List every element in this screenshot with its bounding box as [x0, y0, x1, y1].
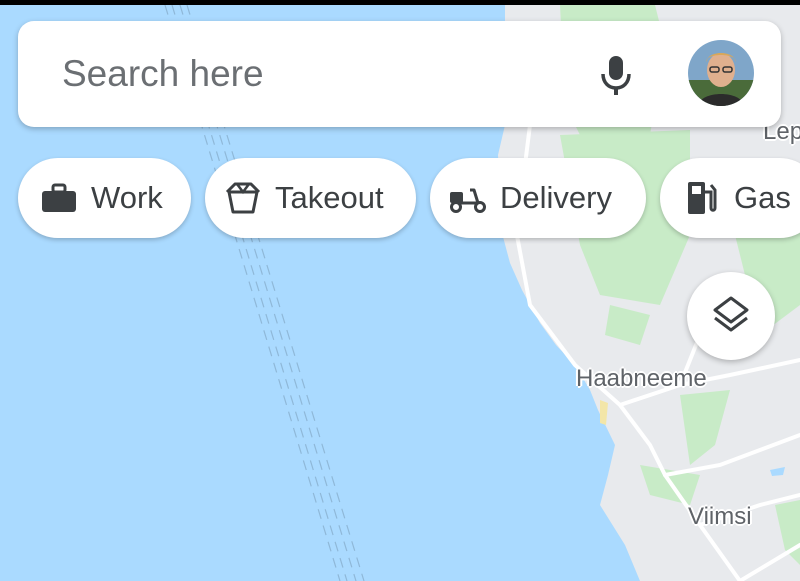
chip-label: Work — [91, 180, 163, 215]
user-avatar[interactable] — [688, 40, 754, 106]
search-input[interactable] — [62, 51, 522, 97]
layers-button[interactable] — [687, 272, 775, 360]
chip-delivery[interactable]: Delivery — [430, 158, 646, 238]
place-label-viimsi[interactable]: Viimsi — [688, 503, 752, 531]
chip-takeout[interactable]: Takeout — [205, 158, 416, 238]
takeout-box-icon — [223, 180, 263, 216]
briefcase-icon — [39, 180, 79, 216]
chip-work[interactable]: Work — [18, 158, 191, 238]
layers-icon — [711, 294, 751, 339]
scooter-icon — [448, 180, 488, 216]
chip-gas[interactable]: Gas — [660, 158, 800, 238]
chip-label: Delivery — [500, 180, 612, 215]
microphone-icon[interactable] — [596, 53, 636, 97]
gas-station-icon — [682, 180, 722, 216]
chip-label: Gas — [734, 180, 791, 215]
place-label-haabneeme[interactable]: Haabneeme — [576, 365, 707, 393]
chip-label: Takeout — [275, 180, 384, 215]
search-bar[interactable] — [18, 21, 781, 127]
